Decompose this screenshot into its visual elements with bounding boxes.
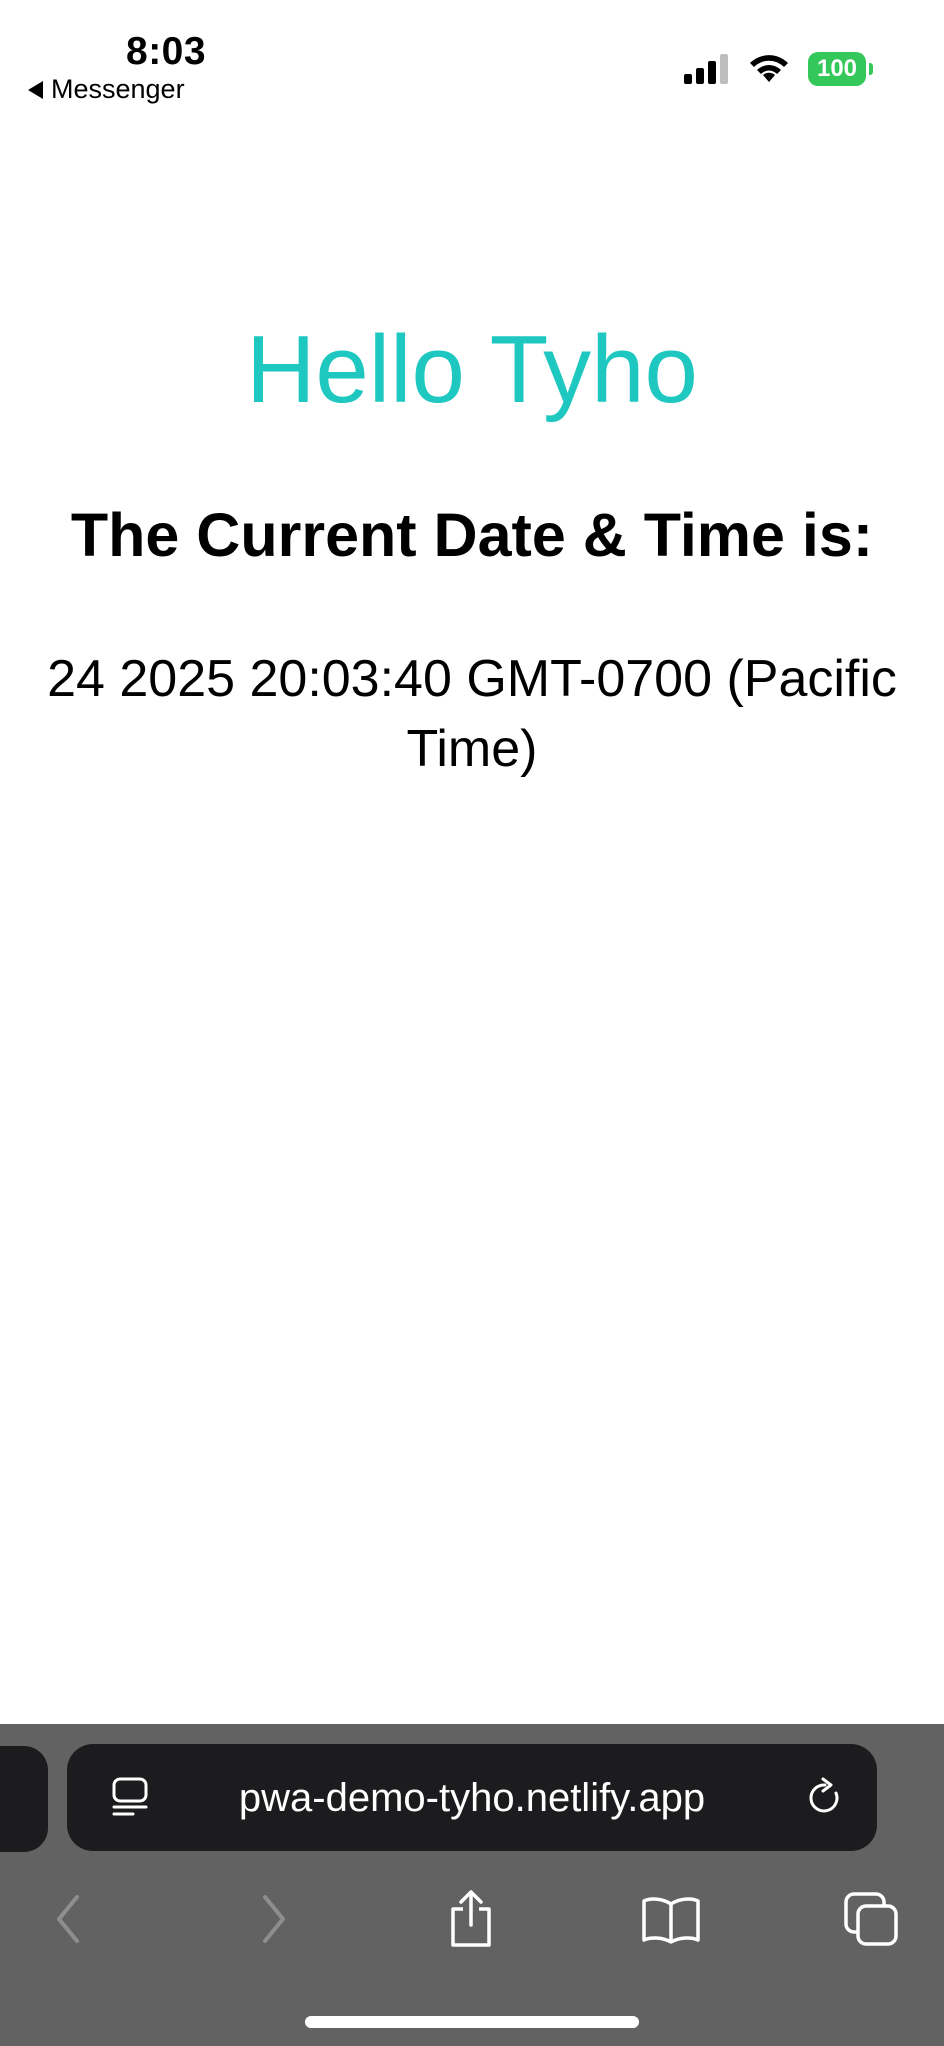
bookmarks-button[interactable] xyxy=(636,1884,706,1954)
reload-icon[interactable] xyxy=(803,1776,847,1825)
chevron-right-icon xyxy=(263,1895,285,1943)
browser-toolbar: pwa-demo-tyho.netlify.app xyxy=(0,1724,944,2046)
battery-level: 100 xyxy=(816,55,858,82)
previous-tab-preview[interactable] xyxy=(0,1746,48,1852)
status-time: 8:03 xyxy=(126,30,207,73)
url-text: pwa-demo-tyho.netlify.app xyxy=(238,1776,706,1820)
datetime-value: 24 2025 20:03:40 GMT-0700 (Pacific Time) xyxy=(47,650,897,778)
cellular-signal-icon xyxy=(684,54,728,84)
battery-icon: 100 xyxy=(808,52,873,86)
nav-back-button[interactable] xyxy=(34,1884,104,1954)
bookmarks-icon xyxy=(642,1897,700,1944)
status-indicators: 100 xyxy=(684,52,873,86)
address-bar[interactable]: pwa-demo-tyho.netlify.app xyxy=(67,1744,877,1851)
back-app-label: Messenger xyxy=(51,74,185,104)
tabs-button[interactable] xyxy=(836,1884,906,1954)
nav-forward-button[interactable] xyxy=(238,1884,308,1954)
home-indicator[interactable] xyxy=(305,2016,639,2028)
share-icon xyxy=(451,1890,491,1947)
greeting-heading: Hello Tyho xyxy=(246,316,698,423)
tabs-icon xyxy=(844,1892,898,1946)
datetime-heading: The Current Date & Time is: xyxy=(70,501,874,569)
back-arrow-icon xyxy=(28,80,43,99)
wifi-icon xyxy=(750,55,788,82)
share-button[interactable] xyxy=(436,1884,506,1954)
chevron-left-icon xyxy=(57,1895,79,1943)
back-to-app-link[interactable]: Messenger xyxy=(28,74,185,105)
